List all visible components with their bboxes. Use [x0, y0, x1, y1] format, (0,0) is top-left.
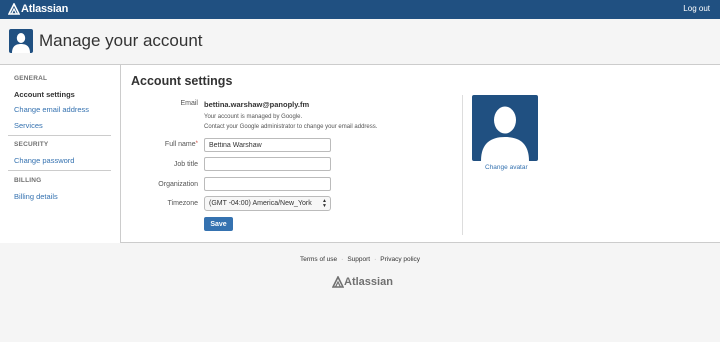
sidebar-divider — [8, 135, 111, 136]
jobtitle-label: Job title — [173, 161, 198, 168]
footer-atlassian-logo: Atlassian — [332, 276, 393, 288]
email-value: bettina.warshaw@panoply.fm — [204, 100, 310, 109]
sidebar-item-change-email[interactable]: Change email address — [14, 105, 89, 114]
sidebar-item-billing-details[interactable]: Billing details — [14, 192, 58, 201]
atlassian-logo-text: Atlassian — [21, 3, 69, 15]
atlassian-logo-icon — [332, 276, 344, 288]
vertical-divider — [462, 95, 463, 235]
required-asterisk: * — [195, 141, 198, 147]
logout-link[interactable]: Log out — [683, 4, 710, 13]
select-arrows-icon: ▲ ▼ — [322, 198, 327, 209]
sidebar-divider — [8, 170, 111, 171]
sidebar-item-services[interactable]: Services — [14, 121, 43, 130]
footer-atlassian-logo-text: Atlassian — [344, 276, 393, 288]
save-button[interactable]: Save — [204, 217, 233, 231]
user-silhouette-icon — [12, 33, 30, 53]
fullname-field[interactable] — [204, 138, 331, 152]
page-title: Manage your account — [39, 31, 203, 50]
organization-label: Organization — [158, 181, 198, 188]
organization-field[interactable] — [204, 177, 331, 191]
footer-links: Terms of use · Support · Privacy policy — [0, 256, 720, 263]
atlassian-logo[interactable]: Atlassian — [8, 3, 68, 15]
sidebar-heading-general: GENERAL — [14, 75, 48, 82]
timezone-select[interactable]: (GMT -04:00) America/New_York ▲ ▼ — [204, 196, 331, 211]
fullname-label-text: Full name — [164, 141, 196, 148]
section-title: Account settings — [131, 74, 233, 88]
timezone-selected-value: (GMT -04:00) America/New_York — [209, 200, 312, 207]
user-avatar-small — [9, 29, 33, 53]
footer-separator: · — [374, 256, 377, 263]
email-managed-note: Your account is managed by Google. — [204, 114, 303, 120]
sidebar-heading-billing: BILLING — [14, 177, 42, 184]
top-navigation-bar: Atlassian Log out — [0, 0, 720, 19]
sidebar: GENERAL Account settings Change email ad… — [0, 65, 121, 243]
footer-link-support[interactable]: Support — [347, 256, 370, 263]
atlassian-logo-icon — [8, 3, 20, 15]
email-label: Email — [180, 100, 198, 107]
footer-link-terms[interactable]: Terms of use — [300, 256, 337, 263]
change-avatar-link[interactable]: Change avatar — [485, 164, 528, 171]
sidebar-heading-security: SECURITY — [14, 141, 49, 148]
user-avatar-large[interactable] — [472, 95, 538, 161]
jobtitle-field[interactable] — [204, 157, 331, 171]
sidebar-item-account-settings[interactable]: Account settings — [14, 90, 75, 99]
content-panel: GENERAL Account settings Change email ad… — [0, 65, 720, 243]
fullname-label: Full name* — [165, 141, 198, 148]
footer-separator: · — [341, 256, 344, 263]
timezone-label: Timezone — [167, 200, 198, 207]
page-header: Manage your account — [0, 19, 720, 65]
user-silhouette-icon — [481, 106, 529, 161]
account-settings-form: Account settings Email bettina.warshaw@p… — [121, 65, 720, 243]
sidebar-item-change-password[interactable]: Change password — [14, 156, 74, 165]
email-admin-note: Contact your Google administrator to cha… — [204, 124, 378, 130]
footer-link-privacy[interactable]: Privacy policy — [380, 256, 420, 263]
